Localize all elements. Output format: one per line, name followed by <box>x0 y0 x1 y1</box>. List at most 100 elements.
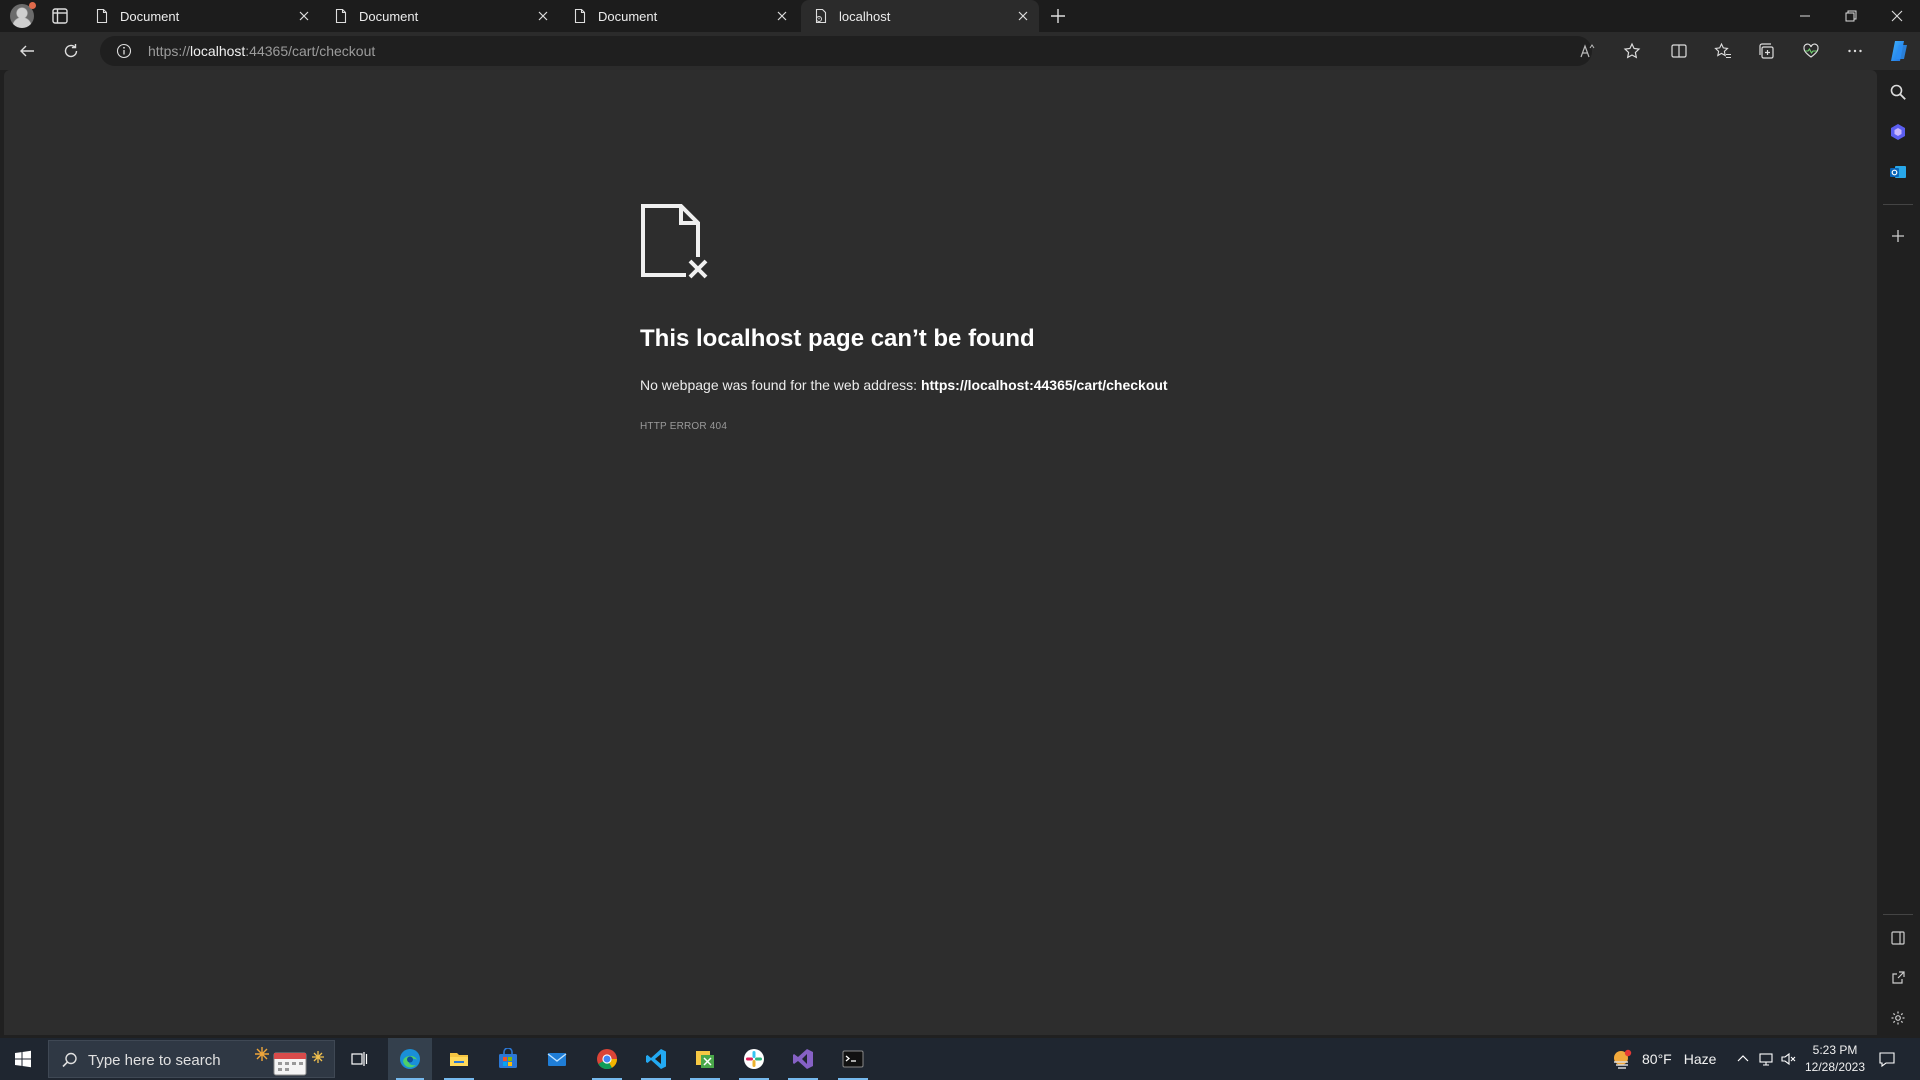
network-status-button[interactable] <box>1756 1049 1776 1069</box>
page-error-icon <box>815 8 827 24</box>
windows-taskbar: Type here to search 80°F Haze 5:23 PM 12… <box>0 1038 1920 1080</box>
tab-title: Document <box>359 8 419 24</box>
taskbar-pinned-app[interactable] <box>682 1038 728 1080</box>
collections-button[interactable] <box>1755 39 1779 63</box>
sidebar-settings-button[interactable] <box>1888 1008 1908 1028</box>
sidebar-add-button[interactable] <box>1888 226 1908 246</box>
address-bar[interactable]: https://localhost:44365/cart/checkout <box>100 36 1641 66</box>
taskbar-microsoft-store[interactable] <box>485 1038 531 1080</box>
taskbar-slack[interactable] <box>731 1038 777 1080</box>
edge-icon <box>400 1049 420 1069</box>
start-button[interactable] <box>0 1038 46 1080</box>
notification-center-button[interactable] <box>1877 1049 1897 1069</box>
plus-icon <box>1892 230 1904 242</box>
back-button[interactable] <box>15 39 39 63</box>
task-view-icon <box>351 1052 368 1066</box>
error-title: This localhost page can’t be found <box>640 325 1035 352</box>
search-icon <box>62 1052 77 1068</box>
windows-logo-icon <box>15 1050 31 1068</box>
volume-button[interactable] <box>1779 1049 1799 1069</box>
taskbar-edge[interactable] <box>388 1038 432 1080</box>
microsoft-store-icon <box>499 1048 517 1068</box>
sticky-app-icon <box>696 1051 714 1068</box>
copilot-hexagon-icon <box>1891 124 1905 140</box>
hide-sidebar-button[interactable] <box>1888 928 1908 948</box>
tab-localhost[interactable]: localhost <box>801 0 1039 32</box>
task-view-button[interactable] <box>336 1038 382 1080</box>
error-url: https://localhost:44365/cart/checkout <box>920 377 1168 393</box>
site-info-icon[interactable] <box>116 43 132 59</box>
slack-icon <box>744 1049 764 1069</box>
page-not-found-icon <box>641 204 708 279</box>
close-tab-icon[interactable] <box>296 8 312 24</box>
search-highlight-calendar-icon <box>255 1047 324 1076</box>
read-aloud-icon <box>1580 44 1595 58</box>
taskbar-vscode[interactable] <box>633 1038 679 1080</box>
search-icon <box>1890 84 1906 100</box>
sidebar-outlook-button[interactable] <box>1888 162 1908 182</box>
taskbar-chrome[interactable] <box>584 1038 630 1080</box>
taskbar-mail[interactable] <box>534 1038 580 1080</box>
copilot-icon <box>1891 41 1907 61</box>
sidebar-search-button[interactable] <box>1888 82 1908 102</box>
collections-icon <box>1759 43 1774 59</box>
chevron-up-icon <box>1737 1055 1749 1062</box>
refresh-button[interactable] <box>59 39 83 63</box>
weather-widget[interactable]: 80°F Haze <box>1610 1038 1716 1080</box>
tab-document-3[interactable]: Document <box>560 0 798 32</box>
refresh-icon <box>64 44 78 58</box>
show-hidden-icons-button[interactable] <box>1733 1049 1753 1069</box>
notification-icon <box>1879 1052 1895 1068</box>
file-explorer-icon <box>450 1053 468 1066</box>
notification-dot <box>29 2 36 9</box>
close-tab-icon[interactable] <box>535 8 551 24</box>
minimize-button[interactable] <box>1782 0 1828 32</box>
taskbar-terminal[interactable] <box>830 1038 876 1080</box>
read-aloud-button[interactable] <box>1576 39 1600 63</box>
tab-title: Document <box>598 8 658 24</box>
close-tab-icon[interactable] <box>1015 8 1031 24</box>
tab-title: Document <box>120 8 180 24</box>
restore-button[interactable] <box>1828 0 1874 32</box>
split-screen-button[interactable] <box>1667 39 1691 63</box>
tab-document-1[interactable]: Document <box>82 0 320 32</box>
back-arrow-icon <box>20 45 34 57</box>
sidebar-divider <box>1883 914 1913 915</box>
search-placeholder: Type here to search <box>88 1052 221 1069</box>
tab-strip: Document Document Document localhost <box>0 0 1920 32</box>
heart-pulse-icon <box>1803 43 1819 58</box>
settings-more-button[interactable] <box>1843 39 1867 63</box>
url-path: :44365/cart/checkout <box>245 43 376 59</box>
open-external-button[interactable] <box>1888 968 1908 988</box>
document-icon <box>96 8 108 24</box>
network-icon <box>1759 1053 1773 1066</box>
star-icon <box>1623 42 1641 59</box>
favorite-star-button[interactable] <box>1620 39 1644 63</box>
restore-icon <box>1845 10 1857 22</box>
mail-icon <box>547 1053 567 1066</box>
sidebar-panel-icon <box>1891 931 1905 945</box>
error-message-prefix: No webpage was found for the web address… <box>640 377 918 393</box>
tab-actions-icon[interactable] <box>50 6 70 26</box>
browser-essentials-button[interactable] <box>1799 39 1823 63</box>
copilot-button[interactable] <box>1886 38 1912 64</box>
vscode-icon <box>646 1049 666 1069</box>
taskbar-search-box[interactable]: Type here to search <box>48 1040 335 1078</box>
browser-toolbar: https://localhost:44365/cart/checkout <box>0 32 1920 70</box>
system-clock[interactable]: 5:23 PM 12/28/2023 <box>1800 1042 1870 1076</box>
url-text[interactable]: https://localhost:44365/cart/checkout <box>148 43 375 59</box>
taskbar-visual-studio[interactable] <box>780 1038 826 1080</box>
more-dots-icon <box>1848 49 1862 53</box>
profile-avatar-icon[interactable] <box>10 2 36 28</box>
external-link-icon <box>1892 971 1905 984</box>
sidebar-copilot-button[interactable] <box>1888 122 1908 142</box>
favorites-button[interactable] <box>1711 39 1735 63</box>
url-scheme: https:// <box>148 43 191 59</box>
close-window-button[interactable] <box>1874 0 1920 32</box>
tab-document-2[interactable]: Document <box>321 0 559 32</box>
new-tab-icon[interactable] <box>1048 6 1068 26</box>
visual-studio-icon <box>793 1049 813 1069</box>
taskbar-file-explorer[interactable] <box>436 1038 482 1080</box>
close-tab-icon[interactable] <box>774 8 790 24</box>
document-icon <box>335 8 347 24</box>
